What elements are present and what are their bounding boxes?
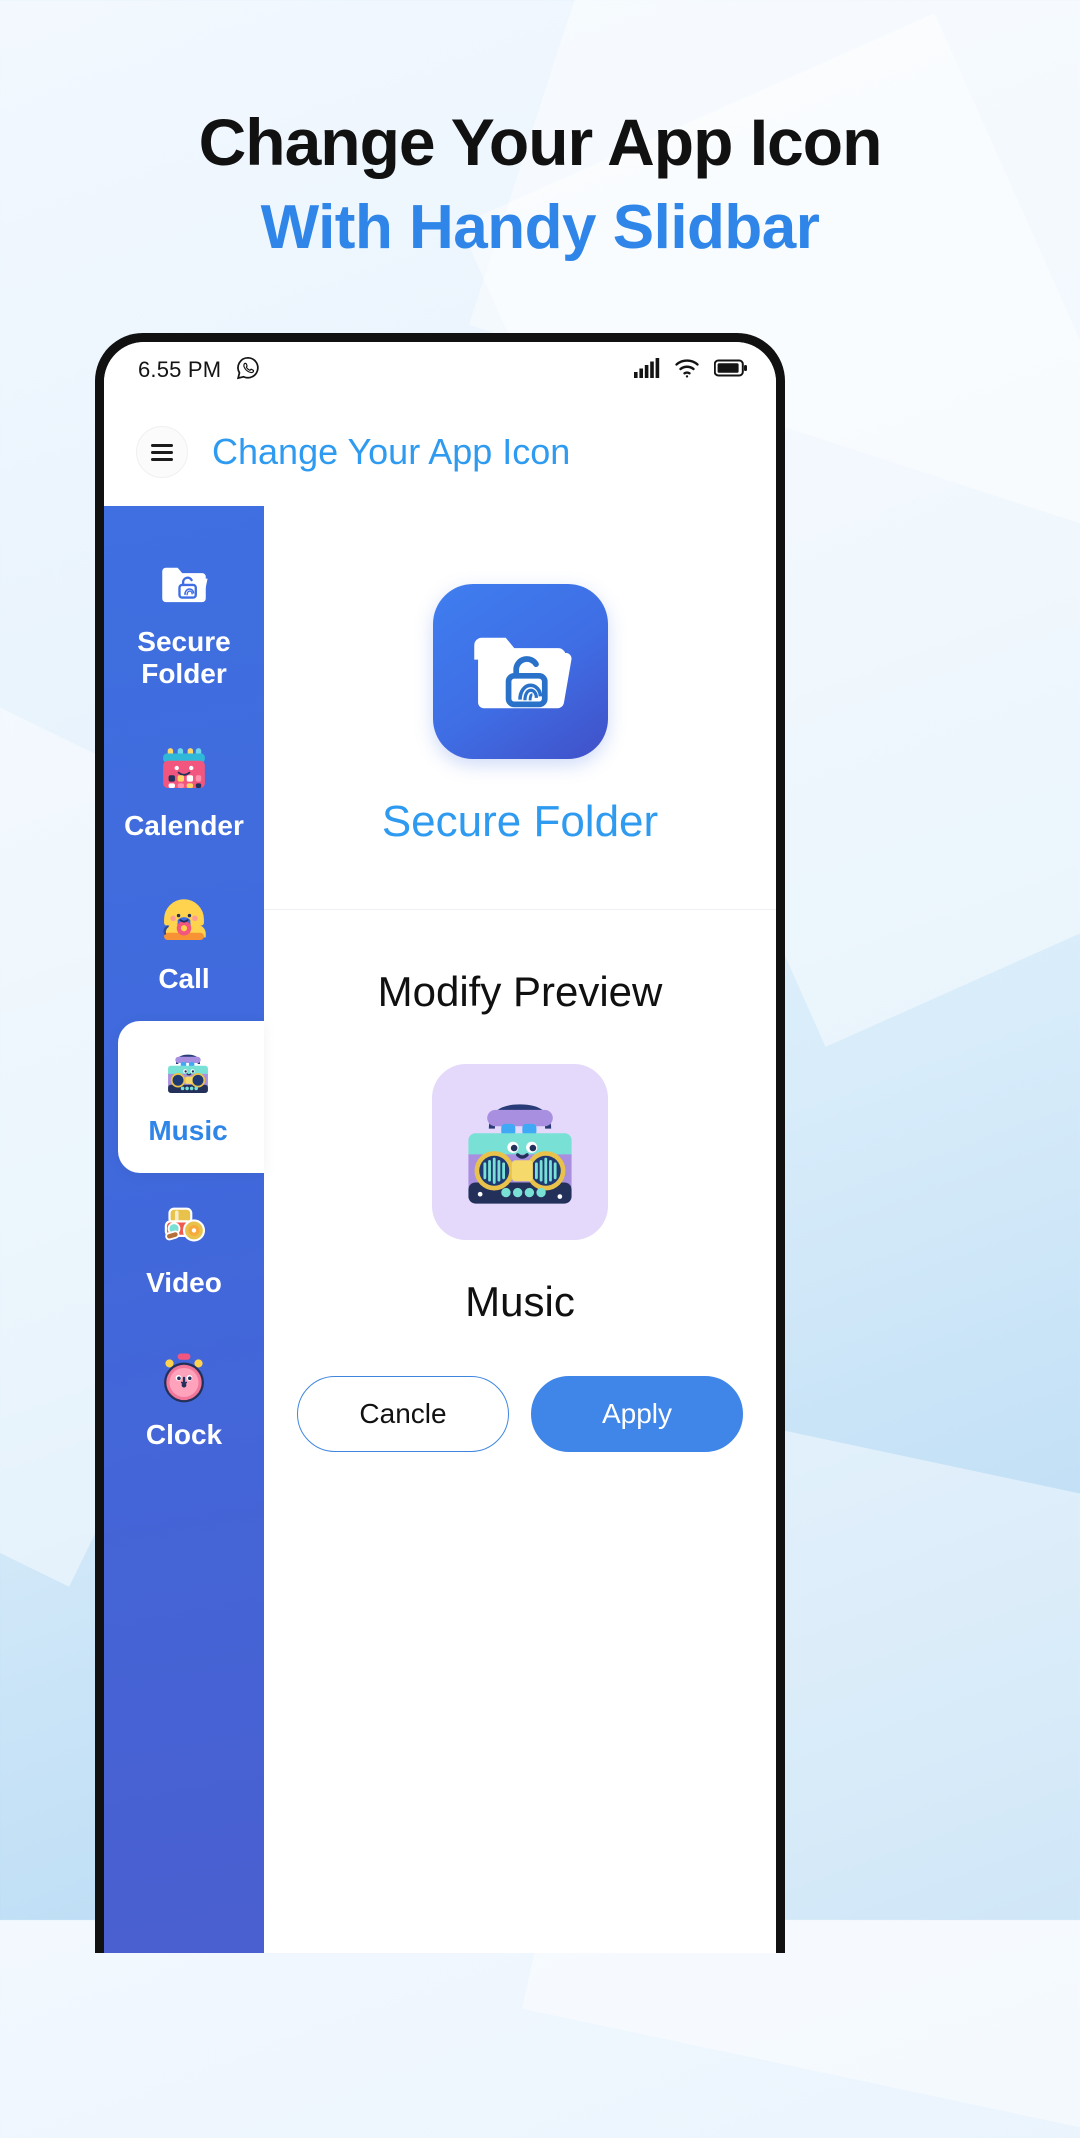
app-body: Secure Folder Calender Call Music Video …	[104, 506, 776, 1953]
film-camera-icon	[154, 1195, 214, 1255]
phone-mockup: 6.55 PM Change Your App Icon Secure Fold…	[95, 333, 785, 1953]
sidebar-item-video[interactable]: Video	[104, 1173, 264, 1325]
promo-headline-line1: Change Your App Icon	[198, 105, 883, 179]
battery-icon	[713, 358, 748, 383]
apply-button[interactable]: Apply	[531, 1376, 743, 1452]
status-time: 6.55 PM	[138, 357, 222, 382]
secure-folder-app-icon[interactable]	[432, 584, 608, 759]
modify-preview-title: Modify Preview	[377, 968, 663, 1015]
action-buttons: Cancle Apply	[297, 1376, 743, 1472]
promo-headline: Change Your App Icon With Handy Slidbar	[0, 105, 1080, 266]
sidebar-item-label: Music	[148, 1114, 228, 1146]
current-app-name: Secure Folder	[381, 797, 659, 846]
app-bar-title: Change Your App Icon	[212, 431, 571, 472]
sidebar-item-call[interactable]: Call	[104, 869, 264, 1021]
sidebar-item-label: Video	[146, 1266, 222, 1298]
secure-folder-icon	[154, 554, 214, 614]
content-panel: Secure Folder Modify Preview Music Cancl…	[250, 506, 776, 1953]
promo-headline-line2: With Handy Slidbar	[260, 193, 820, 263]
status-bar-left: 6.55 PM	[138, 355, 261, 386]
status-bar: 6.55 PM	[104, 342, 776, 398]
preview-app-name: Music	[465, 1278, 575, 1325]
sidebar-item-music[interactable]: Music	[118, 1020, 264, 1173]
status-bar-right	[634, 357, 748, 383]
sidebar-item-label: Clock	[145, 1419, 223, 1451]
app-bar: Change Your App Icon	[104, 398, 776, 506]
sidebar-item-label: Calender	[124, 810, 244, 842]
sidebar-item-clock[interactable]: Clock	[104, 1325, 264, 1477]
sidebar-item-label: Call	[158, 962, 210, 994]
calendar-icon	[154, 738, 214, 798]
stopwatch-icon	[154, 1347, 214, 1407]
current-icon-section: Secure Folder	[264, 506, 776, 910]
sidebar-item-calender[interactable]: Calender	[104, 716, 264, 868]
sidebar-item-secure-folder[interactable]: Secure Folder	[104, 532, 264, 716]
phone-screen: 6.55 PM Change Your App Icon Secure Fold…	[104, 342, 776, 1953]
whatsapp-icon	[235, 355, 261, 386]
hamburger-menu-icon[interactable]	[136, 426, 188, 478]
wifi-icon	[674, 358, 700, 383]
signal-icon	[634, 357, 660, 383]
telephone-icon	[154, 891, 214, 951]
preview-radio-icon[interactable]	[432, 1064, 608, 1240]
sidebar-item-label: Secure Folder	[137, 626, 231, 690]
modify-preview-section: Modify Preview Music Cancle Apply	[264, 910, 776, 1953]
sidebar: Secure Folder Calender Call Music Video …	[104, 506, 264, 1953]
radio-icon	[158, 1043, 218, 1103]
cancel-button[interactable]: Cancle	[297, 1376, 509, 1452]
